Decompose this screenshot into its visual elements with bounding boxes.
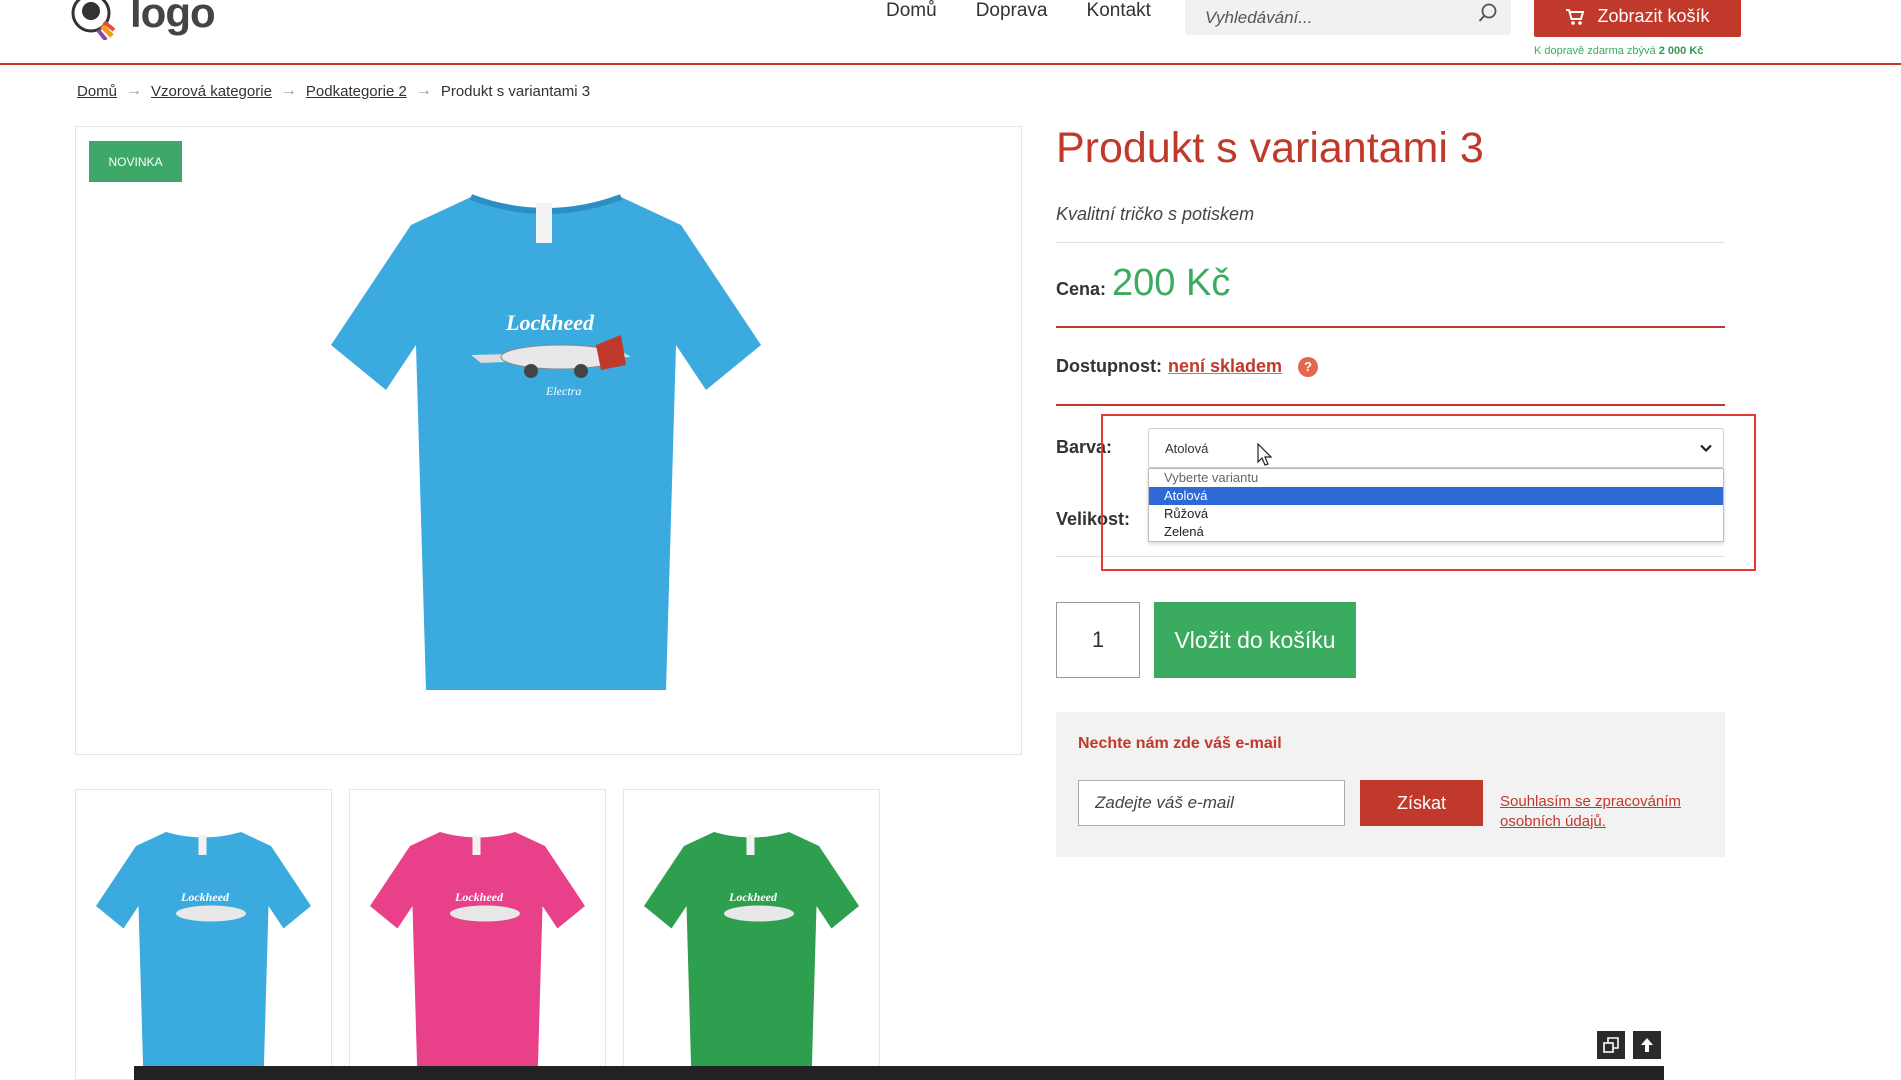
breadcrumb-subcategory[interactable]: Podkategorie 2	[306, 83, 407, 100]
search-icon[interactable]	[1477, 2, 1499, 24]
show-cart-label: Zobrazit košík	[1597, 6, 1710, 26]
svg-text:Lockheed: Lockheed	[180, 890, 230, 904]
main-nav: Domů Doprava Kontakt	[886, 0, 1151, 22]
quantity-input[interactable]	[1056, 602, 1140, 678]
breadcrumb: Domů → Vzorová kategorie → Podkategorie …	[77, 82, 590, 100]
divider	[1056, 326, 1725, 328]
price-label: Cena:	[1056, 279, 1107, 299]
help-icon[interactable]: ?	[1298, 356, 1319, 377]
availability-row: Dostupnost: není skladem ?	[1056, 356, 1319, 377]
svg-text:Lockheed: Lockheed	[505, 310, 595, 335]
divider	[1056, 242, 1725, 243]
price-value: 200 Kč	[1112, 262, 1231, 304]
breadcrumb-home[interactable]: Domů	[77, 83, 117, 100]
divider	[1056, 404, 1725, 406]
mouse-cursor-icon	[1257, 443, 1273, 466]
highlight-annotation	[1101, 414, 1756, 571]
svg-text:Electra: Electra	[545, 384, 581, 398]
breadcrumb-current: Produkt s variantami 3	[440, 82, 591, 100]
get-button[interactable]: Získat	[1360, 780, 1483, 826]
free-shipping-info: K dopravě zdarma zbývá 2 000 Kč	[1534, 45, 1703, 57]
logo[interactable]: logo	[64, 0, 216, 40]
arrow-right-icon: →	[126, 82, 143, 99]
free-shipping-amount: 2 000 Kč	[1658, 45, 1704, 57]
nav-home[interactable]: Domů	[886, 0, 937, 22]
consent-link[interactable]: Souhlasím se zpracováním osobních údajů.	[1500, 792, 1710, 832]
breadcrumb-category[interactable]: Vzorová kategorie	[151, 83, 272, 100]
price-row: Cena: 200 Kč	[1056, 262, 1230, 305]
scroll-top-button[interactable]	[1632, 1030, 1662, 1060]
thumbnail-green[interactable]: Lockheed	[623, 789, 880, 1080]
site-header: logo Domů Doprava Kontakt Zobrazit košík…	[0, 0, 1901, 65]
thumbnail-pink[interactable]: Lockheed	[349, 789, 606, 1080]
add-to-cart-button[interactable]: Vložit do košíku	[1154, 602, 1356, 678]
search-input[interactable]	[1185, 0, 1465, 35]
bottom-bar	[134, 1066, 1664, 1080]
logo-text: logo	[130, 0, 216, 36]
arrow-right-icon: →	[280, 82, 297, 99]
show-cart-button[interactable]: Zobrazit košík	[1534, 0, 1741, 37]
search-box	[1185, 0, 1511, 35]
arrow-up-icon	[1641, 1038, 1653, 1052]
availability-label: Dostupnost:	[1056, 356, 1162, 376]
nav-shipping[interactable]: Doprava	[976, 0, 1048, 22]
availability-value[interactable]: není skladem	[1168, 356, 1282, 377]
window-icon	[1603, 1037, 1619, 1053]
astronaut-logo-icon	[71, 0, 116, 40]
svg-text:Lockheed: Lockheed	[454, 890, 504, 904]
tshirt-image: Lockheed	[96, 832, 311, 1079]
email-signup-title: Nechte nám zde váš e-mail	[1078, 735, 1282, 752]
email-input[interactable]	[1078, 780, 1345, 826]
tshirt-image: Lockheed Electra	[331, 194, 761, 690]
window-toggle-button[interactable]	[1596, 1030, 1626, 1060]
main-product-image[interactable]: NOVINKA Lockheed Electra	[75, 126, 1022, 755]
tshirt-image: Lockheed	[370, 832, 585, 1079]
thumbnail-blue[interactable]: Lockheed	[75, 789, 332, 1080]
cart-icon	[1566, 8, 1585, 25]
svg-text:Lockheed: Lockheed	[728, 890, 778, 904]
nav-contact[interactable]: Kontakt	[1087, 0, 1151, 22]
free-shipping-text: K dopravě zdarma zbývá	[1534, 45, 1656, 57]
product-subtitle: Kvalitní tričko s potiskem	[1056, 204, 1255, 224]
email-signup-box: Nechte nám zde váš e-mail Získat Souhlas…	[1056, 712, 1725, 857]
arrow-right-icon: →	[415, 82, 432, 99]
new-badge: NOVINKA	[89, 141, 182, 182]
product-title: Produkt s variantami 3	[1056, 124, 1484, 172]
tshirt-image: Lockheed	[644, 832, 859, 1079]
